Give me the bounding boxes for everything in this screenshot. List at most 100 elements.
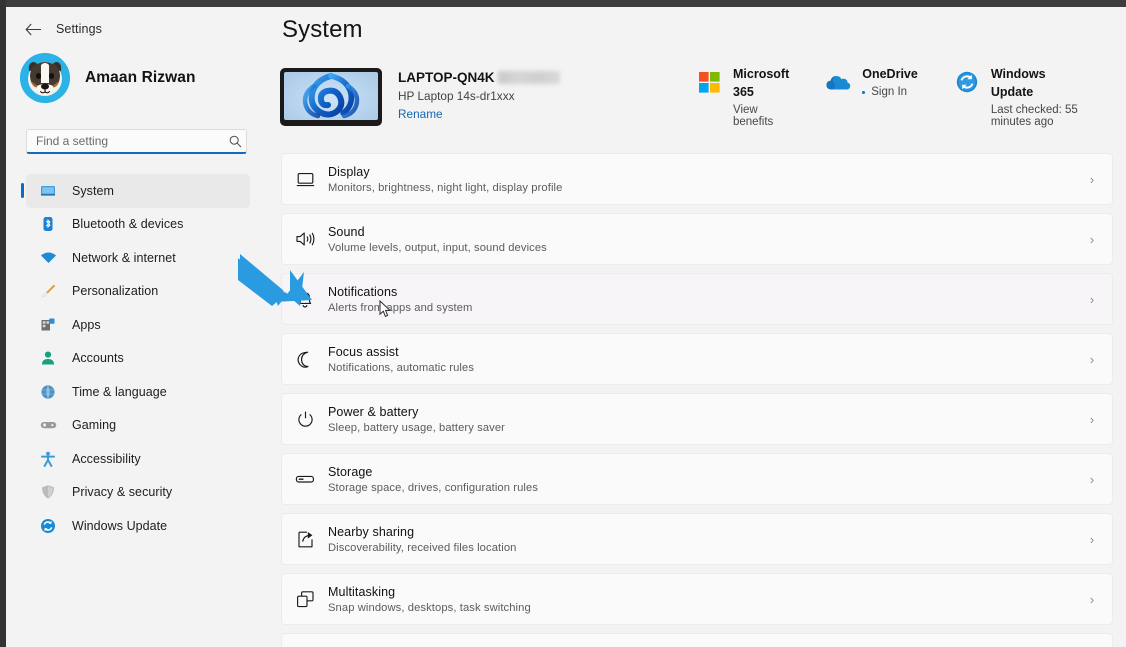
redacted-device-suffix bbox=[498, 71, 560, 84]
sidebar-item-label: Network & internet bbox=[72, 251, 176, 265]
search-icon bbox=[224, 135, 246, 148]
status-card-onedrive[interactable]: OneDrive Sign In bbox=[825, 65, 918, 98]
settings-row-power-battery[interactable]: Power & battery Sleep, battery usage, ba… bbox=[281, 393, 1113, 445]
app-title: Settings bbox=[56, 22, 102, 36]
microsoft-logo-icon bbox=[696, 69, 722, 95]
status-cards: Microsoft 365 View benefits O bbox=[696, 65, 1126, 128]
sidebar-item-label: Bluetooth & devices bbox=[72, 217, 183, 231]
monitor-icon bbox=[38, 181, 58, 201]
paintbrush-icon bbox=[38, 281, 58, 301]
sidebar-item-accessibility[interactable]: Accessibility bbox=[26, 442, 250, 476]
status-card-subtitle[interactable]: Sign In bbox=[862, 86, 918, 98]
chevron-right-icon: › bbox=[1072, 352, 1112, 367]
sidebar-item-bluetooth-devices[interactable]: Bluetooth & devices bbox=[26, 208, 250, 242]
settings-row-subtitle: Storage space, drives, configuration rul… bbox=[328, 482, 1072, 494]
profile-name: Amaan Rizwan bbox=[85, 69, 196, 87]
settings-row-subtitle: Monitors, brightness, night light, displ… bbox=[328, 182, 1072, 194]
settings-row-title: Sound bbox=[328, 225, 1072, 239]
multitask-windows-icon bbox=[282, 590, 328, 609]
top-chrome-strip bbox=[0, 0, 1126, 7]
sidebar-item-privacy-security[interactable]: Privacy & security bbox=[26, 476, 250, 510]
settings-row-title: Notifications bbox=[328, 285, 1072, 299]
bell-icon bbox=[282, 290, 328, 309]
settings-row-title: Nearby sharing bbox=[328, 525, 1072, 539]
status-card-title: OneDrive bbox=[862, 67, 918, 81]
dog-avatar-icon bbox=[20, 53, 70, 103]
device-name-text: LAPTOP-QN4K bbox=[398, 70, 495, 85]
apps-icon bbox=[38, 315, 58, 335]
sidebar-item-windows-update[interactable]: Windows Update bbox=[26, 509, 250, 543]
device-thumbnail bbox=[280, 68, 382, 126]
status-card-subtitle[interactable]: View benefits bbox=[733, 104, 789, 128]
sidebar-item-gaming[interactable]: Gaming bbox=[26, 409, 250, 443]
status-card-subtitle-text: Sign In bbox=[871, 86, 907, 98]
device-name: LAPTOP-QN4K bbox=[398, 70, 560, 85]
chevron-right-icon: › bbox=[1072, 532, 1112, 547]
status-card-title: Windows Update bbox=[991, 67, 1046, 99]
user-profile[interactable]: Amaan Rizwan bbox=[20, 53, 196, 103]
sidebar-item-time-language[interactable]: Time & language bbox=[26, 375, 250, 409]
status-card-subtitle-text: View benefits bbox=[733, 104, 789, 128]
back-arrow-icon bbox=[25, 23, 42, 36]
search-box[interactable] bbox=[26, 129, 247, 154]
sidebar-item-label: Accessibility bbox=[72, 452, 141, 466]
speaker-icon bbox=[282, 230, 328, 248]
settings-row-storage[interactable]: Storage Storage space, drives, configura… bbox=[281, 453, 1113, 505]
settings-row-focus-assist[interactable]: Focus assist Notifications, automatic ru… bbox=[281, 333, 1113, 385]
settings-window: Settings bbox=[6, 7, 1126, 647]
sidebar-item-personalization[interactable]: Personalization bbox=[26, 275, 250, 309]
settings-row-title: Storage bbox=[328, 465, 1072, 479]
sidebar-item-label: Time & language bbox=[72, 385, 167, 399]
wifi-icon bbox=[38, 248, 58, 268]
chevron-right-icon: › bbox=[1072, 292, 1112, 307]
sidebar-item-accounts[interactable]: Accounts bbox=[26, 342, 250, 376]
share-icon bbox=[282, 530, 328, 549]
settings-row-title: Multitasking bbox=[328, 585, 1072, 599]
status-card-subtitle: Last checked: 55 minutes ago bbox=[991, 104, 1090, 128]
settings-row-display[interactable]: Display Monitors, brightness, night ligh… bbox=[281, 153, 1113, 205]
device-model: HP Laptop 14s-dr1xxx bbox=[398, 89, 560, 103]
settings-row-partial[interactable] bbox=[281, 633, 1113, 647]
settings-row-subtitle: Volume levels, output, input, sound devi… bbox=[328, 242, 1072, 254]
windows11-bloom-wallpaper-icon bbox=[284, 72, 378, 120]
rename-link[interactable]: Rename bbox=[398, 107, 560, 121]
moon-icon bbox=[282, 350, 328, 369]
sidebar-item-label: Personalization bbox=[72, 284, 158, 298]
storage-drive-icon bbox=[282, 472, 328, 486]
bluetooth-icon bbox=[38, 214, 58, 234]
settings-row-title: Display bbox=[328, 165, 1072, 179]
sidebar-nav: System Bluetooth & devices bbox=[6, 174, 268, 543]
chevron-right-icon: › bbox=[1072, 232, 1112, 247]
gamepad-icon bbox=[38, 415, 58, 435]
status-card-microsoft365[interactable]: Microsoft 365 View benefits bbox=[696, 65, 789, 128]
settings-row-subtitle: Notifications, automatic rules bbox=[328, 362, 1072, 374]
settings-row-nearby-sharing[interactable]: Nearby sharing Discoverability, received… bbox=[281, 513, 1113, 565]
person-icon bbox=[38, 348, 58, 368]
page-title: System bbox=[282, 16, 363, 44]
clock-globe-icon bbox=[38, 382, 58, 402]
back-button[interactable] bbox=[18, 15, 48, 43]
settings-row-multitasking[interactable]: Multitasking Snap windows, desktops, tas… bbox=[281, 573, 1113, 625]
status-card-windows-update[interactable]: Windows Update Last checked: 55 minutes … bbox=[954, 65, 1090, 128]
sidebar-item-label: System bbox=[72, 184, 114, 198]
device-meta: LAPTOP-QN4K HP Laptop 14s-dr1xxx Rename bbox=[398, 70, 560, 121]
settings-row-notifications[interactable]: Notifications Alerts from apps and syste… bbox=[281, 273, 1113, 325]
search-input[interactable] bbox=[27, 134, 224, 148]
chevron-right-icon: › bbox=[1072, 472, 1112, 487]
avatar bbox=[20, 53, 70, 103]
settings-row-sound[interactable]: Sound Volume levels, output, input, soun… bbox=[281, 213, 1113, 265]
sidebar-item-label: Accounts bbox=[72, 351, 124, 365]
chevron-right-icon: › bbox=[1072, 592, 1112, 607]
settings-row-title: Power & battery bbox=[328, 405, 1072, 419]
settings-row-subtitle: Sleep, battery usage, battery saver bbox=[328, 422, 1072, 434]
main-content: System bbox=[268, 7, 1126, 647]
settings-row-subtitle: Discoverability, received files location bbox=[328, 542, 1072, 554]
sidebar-item-apps[interactable]: Apps bbox=[26, 308, 250, 342]
status-dot-icon bbox=[862, 91, 865, 94]
sidebar-item-network-internet[interactable]: Network & internet bbox=[26, 241, 250, 275]
sidebar-item-system[interactable]: System bbox=[26, 174, 250, 208]
sidebar-item-label: Gaming bbox=[72, 418, 116, 432]
sidebar-item-label: Privacy & security bbox=[72, 485, 172, 499]
sidebar-item-label: Windows Update bbox=[72, 519, 167, 533]
status-card-title: Microsoft 365 bbox=[733, 67, 789, 99]
